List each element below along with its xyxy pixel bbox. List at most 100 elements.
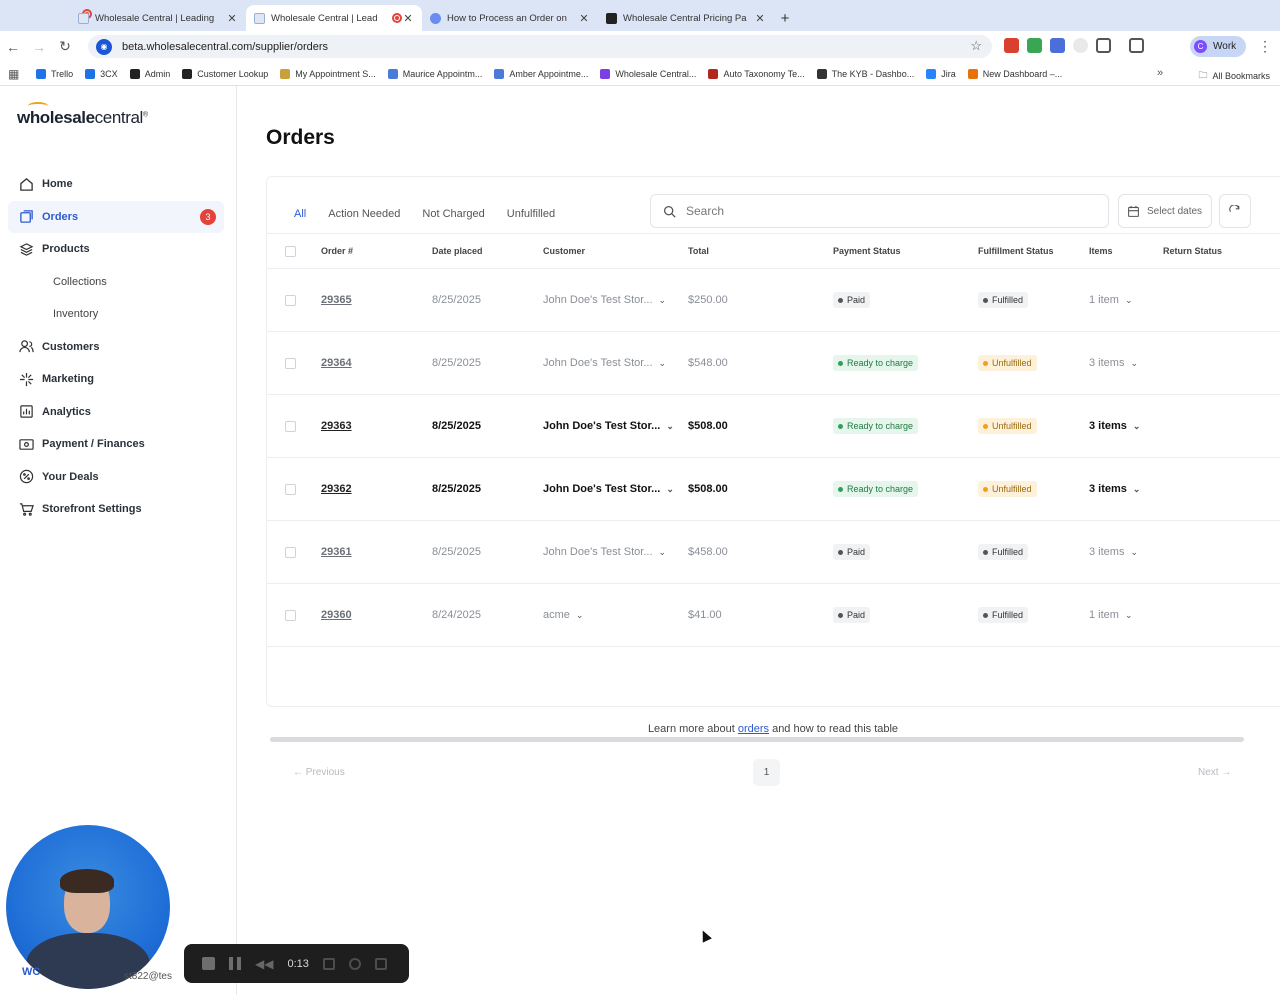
browser-tab[interactable]: Wholesale Central | Leading ✕ [70, 5, 246, 31]
sidebar-item-customers[interactable]: Customers [8, 331, 224, 364]
horizontal-scrollbar[interactable] [270, 737, 1244, 742]
table-row[interactable]: 29361 8/25/2025 John Doe's Test Stor... ⌄ $4… [267, 521, 1280, 584]
bookmark-item[interactable]: Admin [129, 68, 170, 79]
browser-tab[interactable]: Wholesale Central Pricing Pa ✕ [598, 5, 774, 31]
sidebar-item-payment-finances[interactable]: Payment / Finances [8, 428, 224, 461]
page-number-1[interactable]: 1 [753, 759, 780, 786]
delete-icon[interactable] [374, 957, 387, 970]
bookmark-item[interactable]: New Dashboard –... [967, 68, 1062, 79]
extension-icon[interactable] [1004, 38, 1019, 53]
bookmark-item[interactable]: My Appointment S... [280, 68, 376, 79]
browser-tab[interactable]: How to Process an Order on ✕ [422, 5, 598, 31]
restart-icon[interactable] [348, 957, 361, 970]
table-row[interactable]: 29362 8/25/2025 John Doe's Test Stor... ⌄ $5… [267, 458, 1280, 521]
tab-action-needed[interactable]: Action Needed [317, 205, 411, 223]
draw-icon[interactable] [322, 957, 335, 970]
table-row[interactable]: 29363 8/25/2025 John Doe's Test Stor... ⌄ $5… [267, 395, 1280, 458]
forward-icon[interactable]: → [26, 39, 52, 55]
col-items[interactable]: Items [1089, 234, 1113, 268]
order-number-link[interactable]: 29363 [321, 420, 352, 432]
sidebar-item-products[interactable]: Products [8, 233, 224, 266]
bookmark-item[interactable]: Trello [36, 68, 73, 79]
customer-dropdown[interactable]: John Doe's Test Stor... ⌄ [543, 357, 666, 369]
bookmark-item[interactable]: Amber Appointme... [494, 68, 588, 79]
sidebar-item-inventory[interactable]: Inventory [8, 298, 224, 331]
logo[interactable]: wholesalecentral® [17, 102, 148, 128]
sidebar-item-your-deals[interactable]: Your Deals [8, 461, 224, 494]
reload-icon[interactable]: ↻ [52, 38, 78, 55]
search-input[interactable]: Search [650, 194, 1109, 228]
bookmark-item[interactable]: Jira [926, 68, 956, 79]
webcam-bubble[interactable] [6, 825, 170, 989]
next-button[interactable]: Next → [1198, 767, 1231, 778]
puzzle-icon[interactable] [1096, 38, 1111, 53]
bookmark-item[interactable]: Auto Taxonomy Te... [708, 68, 805, 79]
row-checkbox[interactable] [285, 332, 296, 394]
order-number-link[interactable]: 29365 [321, 294, 352, 306]
more-bookmarks-icon[interactable]: » [1157, 67, 1163, 79]
col-order[interactable]: Order # [321, 234, 353, 268]
stop-recording-icon[interactable] [202, 957, 215, 970]
col-fulfillment-status[interactable]: Fulfillment Status [978, 234, 1054, 268]
bookmark-star-icon[interactable]: ☆ [970, 38, 982, 54]
col-payment-status[interactable]: Payment Status [833, 234, 901, 268]
bookmark-item[interactable]: Wholesale Central... [600, 68, 696, 79]
tab-close-icon[interactable]: ✕ [402, 12, 414, 25]
row-checkbox[interactable] [285, 395, 296, 457]
url-bar[interactable]: ◉ beta.wholesalecentral.com/supplier/ord… [88, 35, 992, 58]
customer-dropdown[interactable]: John Doe's Test Stor... ⌄ [543, 546, 666, 558]
bookmark-item[interactable]: Customer Lookup [182, 68, 268, 79]
sidebar-item-collections[interactable]: Collections [8, 266, 224, 299]
items-dropdown[interactable]: 3 items ⌄ [1089, 483, 1140, 495]
pause-recording-icon[interactable] [229, 957, 241, 970]
site-info-icon[interactable]: ◉ [96, 38, 112, 55]
col-total[interactable]: Total [688, 234, 709, 268]
extension-icon[interactable] [1050, 38, 1065, 53]
row-checkbox[interactable] [285, 458, 296, 520]
sidebar-item-orders[interactable]: Orders 3 [8, 200, 224, 233]
col-return-status[interactable]: Return Status [1163, 234, 1222, 268]
tab-unfulfilled[interactable]: Unfulfilled [496, 205, 566, 223]
orders-help-link[interactable]: orders [738, 723, 769, 735]
customer-dropdown[interactable]: John Doe's Test Stor... ⌄ [543, 420, 674, 432]
items-dropdown[interactable]: 3 items ⌄ [1089, 357, 1138, 369]
select-all-checkbox[interactable] [285, 234, 296, 268]
items-dropdown[interactable]: 3 items ⌄ [1089, 546, 1138, 558]
bookmark-item[interactable]: The KYB - Dashbo... [816, 68, 914, 79]
tab-close-icon[interactable]: ✕ [578, 12, 590, 25]
all-bookmarks[interactable]: 🗀 All Bookmarks [1198, 68, 1270, 84]
refresh-button[interactable] [1219, 194, 1251, 228]
row-checkbox[interactable] [285, 584, 296, 646]
items-dropdown[interactable]: 1 item ⌄ [1089, 609, 1133, 621]
previous-button[interactable]: ← Previous [293, 767, 345, 778]
col-customer[interactable]: Customer [543, 234, 585, 268]
tab-all[interactable]: All [283, 205, 317, 223]
new-tab-icon[interactable]: + [774, 5, 796, 31]
extension-icon[interactable] [1073, 38, 1088, 53]
items-dropdown[interactable]: 3 items ⌄ [1089, 420, 1140, 432]
sidebar-item-storefront-settings[interactable]: Storefront Settings [8, 493, 224, 526]
customer-dropdown[interactable]: John Doe's Test Stor... ⌄ [543, 294, 666, 306]
tab-not-charged[interactable]: Not Charged [411, 205, 495, 223]
apps-grid-icon[interactable]: ▦ [8, 67, 22, 81]
bookmark-item[interactable]: 3CX [85, 68, 118, 79]
row-checkbox[interactable] [285, 521, 296, 583]
customer-dropdown[interactable]: acme ⌄ [543, 609, 583, 621]
order-number-link[interactable]: 29360 [321, 609, 352, 621]
table-row[interactable]: 29364 8/25/2025 John Doe's Test Stor... ⌄ $5… [267, 332, 1280, 395]
tab-close-icon[interactable]: ✕ [754, 12, 766, 25]
order-number-link[interactable]: 29362 [321, 483, 352, 495]
order-number-link[interactable]: 29364 [321, 357, 352, 369]
order-number-link[interactable]: 29361 [321, 546, 352, 558]
profile-button[interactable]: C Work [1190, 36, 1246, 57]
tab-search-icon[interactable] [1129, 38, 1144, 53]
table-row[interactable]: 29360 8/24/2025 acme ⌄ $41.00 Paid Fulfilled 1 … [267, 584, 1280, 647]
bookmark-item[interactable]: Maurice Appointm... [387, 68, 482, 79]
sidebar-item-marketing[interactable]: Marketing [8, 363, 224, 396]
items-dropdown[interactable]: 1 item ⌄ [1089, 294, 1133, 306]
col-date-placed[interactable]: Date placed [432, 234, 483, 268]
tab-close-icon[interactable]: ✕ [226, 12, 238, 25]
browser-tab-active[interactable]: Wholesale Central | Lead ✕ [246, 5, 422, 31]
sidebar-item-home[interactable]: Home [8, 168, 224, 201]
select-dates-button[interactable]: Select dates [1118, 194, 1212, 228]
